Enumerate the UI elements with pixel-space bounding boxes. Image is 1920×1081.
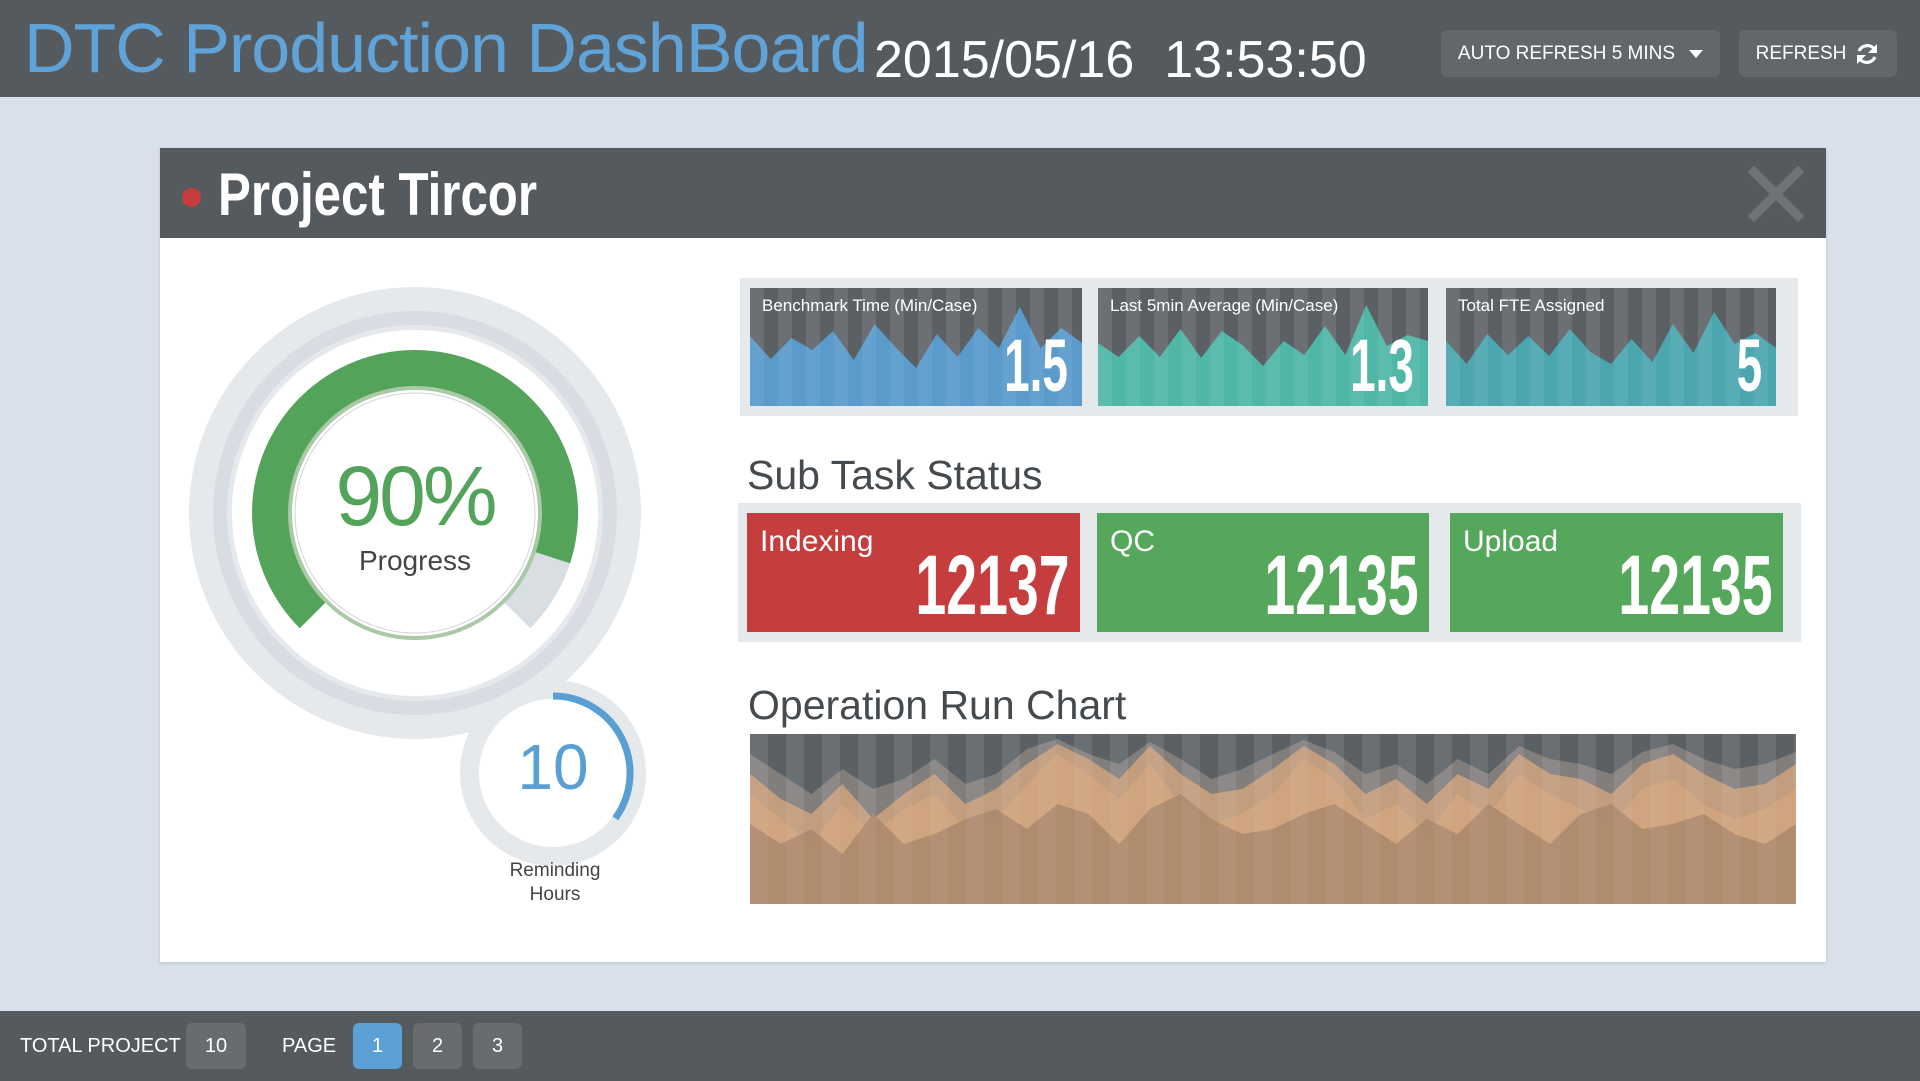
current-time: 13:53:50: [1164, 31, 1367, 89]
total-project-label: TOTAL PROJECT: [20, 1035, 181, 1057]
top-bar: DTC Production DashBoard 2015/05/16 13:53…: [0, 0, 1920, 97]
refresh-icon: [1854, 41, 1880, 67]
task-label: Upload: [1463, 525, 1559, 558]
progress-label: Progress: [358, 545, 472, 576]
sub-task-title: Sub Task Status: [747, 452, 1043, 498]
task-value: 12135: [1264, 538, 1419, 632]
project-panel: Project Tircor 90% Progress 10 Reminding…: [160, 148, 1826, 962]
project-name: Project Tircor: [218, 161, 538, 228]
footer-bar: TOTAL PROJECT 10 PAGE 1 2 3: [0, 1011, 1920, 1081]
close-icon: [1747, 165, 1805, 223]
task-value: 12137: [915, 538, 1070, 632]
page-button-1[interactable]: 1: [353, 1023, 402, 1069]
remaining-hours-label: Reminding Hours: [485, 859, 625, 907]
task-upload: Upload 12135: [1450, 513, 1783, 632]
metric-label: Total FTE Assigned: [1458, 296, 1605, 315]
auto-refresh-dropdown[interactable]: AUTO REFRESH 5 MINS: [1441, 30, 1720, 77]
metric-row: Benchmark Time (Min/Case) 1.5 Last 5min …: [740, 278, 1798, 416]
task-value: 12135: [1618, 538, 1773, 632]
status-dot: [182, 188, 201, 207]
metric-total-fte-assigned: Total FTE Assigned 5: [1446, 288, 1776, 406]
task-label: Indexing: [760, 525, 874, 558]
metric-label: Benchmark Time (Min/Case): [762, 296, 978, 315]
page-button-2[interactable]: 2: [413, 1023, 462, 1069]
sub-task-row: Indexing 12137 QC 12135 Upload 12135: [738, 503, 1801, 642]
task-qc: QC 12135: [1097, 513, 1429, 632]
task-label: QC: [1110, 525, 1155, 558]
refresh-label: REFRESH: [1755, 42, 1847, 64]
run-chart-title: Operation Run Chart: [748, 682, 1127, 728]
metric-value: 1.3: [1350, 324, 1414, 406]
metric-label: Last 5min Average (Min/Case): [1110, 296, 1339, 315]
metric-last-5min-average: Last 5min Average (Min/Case) 1.3: [1098, 288, 1428, 406]
close-button[interactable]: [1747, 165, 1805, 223]
chevron-down-icon: [1689, 49, 1704, 58]
remaining-hours-gauge: 10: [458, 678, 648, 868]
metric-value: 5: [1736, 324, 1762, 406]
page-button-3[interactable]: 3: [473, 1023, 522, 1069]
refresh-button[interactable]: REFRESH: [1739, 30, 1897, 77]
app-title: DTC Production DashBoard: [24, 9, 869, 87]
remaining-hours-label-line1: Reminding: [509, 860, 601, 881]
metric-benchmark-time: Benchmark Time (Min/Case) 1.5: [750, 288, 1082, 406]
clock: 2015/05/16 13:53:50: [874, 30, 1397, 90]
metric-value: 1.5: [1004, 324, 1068, 406]
progress-gauge: 90% Progress: [185, 283, 645, 743]
progress-value: 90%: [335, 449, 497, 543]
auto-refresh-label: AUTO REFRESH 5 MINS: [1457, 42, 1676, 64]
page-label: PAGE: [282, 1035, 337, 1057]
total-project-count: 10: [186, 1023, 246, 1069]
panel-header: Project Tircor: [160, 148, 1826, 238]
remaining-hours-value: 10: [517, 731, 589, 803]
current-date: 2015/05/16: [874, 31, 1135, 89]
operation-run-chart: [750, 734, 1812, 904]
task-indexing: Indexing 12137: [747, 513, 1080, 632]
remaining-hours-label-line2: Hours: [529, 884, 581, 905]
